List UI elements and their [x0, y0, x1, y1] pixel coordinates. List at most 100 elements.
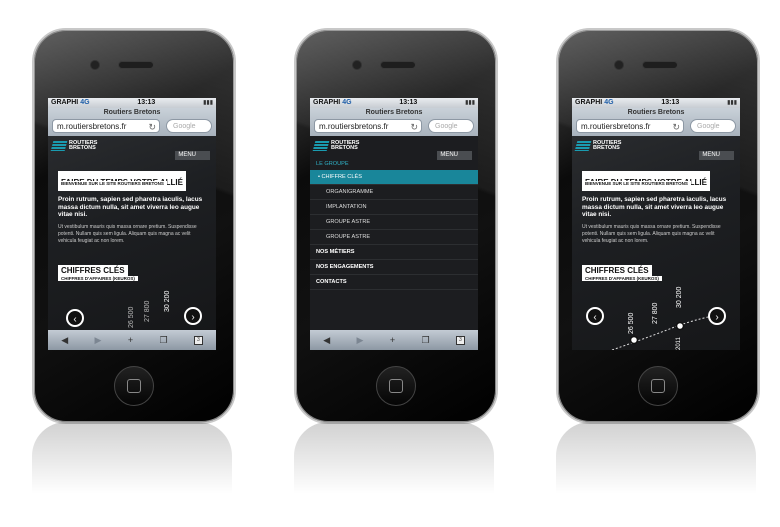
battery-icon: ▮▮▮ [727, 100, 737, 106]
add-icon[interactable]: + [128, 335, 133, 345]
menu-button[interactable]: MENU [175, 151, 210, 160]
browser-bar: Routiers Bretons m.routiersbretons.fr ↻ G… [310, 108, 478, 136]
chart-value-3: 30 200 [676, 286, 683, 308]
front-camera [90, 60, 100, 70]
bookmarks-icon[interactable]: ❐ [422, 335, 430, 346]
url-text: m.routiersbretons.fr [581, 122, 651, 131]
home-button[interactable] [376, 366, 416, 406]
page-title: Routiers Bretons [627, 109, 685, 116]
bookmarks-icon[interactable]: ❐ [160, 335, 168, 346]
screen: GRAPHI 4G 13:13 ▮▮▮ Routiers Bretons m.r… [48, 98, 216, 350]
carrier-name: GRAPHI [313, 99, 341, 106]
phone-3: GRAPHI 4G 13:13 ▮▮▮ Routiers Bretons m.r… [556, 28, 760, 424]
home-button[interactable] [638, 366, 678, 406]
nav-item-label: CHIFFRE CLÉS [321, 174, 362, 180]
logo-line2: BRETONS [69, 145, 96, 151]
logo-mark-icon [50, 141, 68, 151]
back-icon[interactable]: ◀ [61, 335, 68, 346]
phone-reflection [294, 422, 494, 512]
screen: GRAPHI 4G 13:13 ▮▮▮ Routiers Bretons m.r… [572, 98, 740, 350]
earpiece-speaker [380, 61, 416, 69]
url-field[interactable]: m.routiersbretons.fr ↻ [52, 119, 160, 133]
logo-line2: BRETONS [331, 145, 358, 151]
next-arrow-button[interactable]: › [708, 307, 726, 325]
url-text: m.routiersbretons.fr [57, 122, 127, 131]
add-icon[interactable]: + [390, 335, 395, 345]
status-bar: GRAPHI 4G 13:13 ▮▮▮ [48, 98, 216, 108]
search-field[interactable]: Google [690, 119, 736, 133]
timeline-point-1[interactable] [629, 335, 639, 345]
battery-icon: ▮▮▮ [203, 100, 213, 106]
search-field[interactable]: Google [166, 119, 212, 133]
reload-icon[interactable]: ↻ [410, 120, 418, 134]
carrier-name: GRAPHI [51, 99, 79, 106]
earpiece-speaker [118, 61, 154, 69]
carrier-name: GRAPHI [575, 99, 603, 106]
front-camera [352, 60, 362, 70]
nav-item-contacts[interactable]: CONTACTS [310, 275, 478, 290]
search-field[interactable]: Google [428, 119, 474, 133]
nav-item-metiers[interactable]: NOS MÉTIERS [310, 245, 478, 260]
url-text: m.routiersbretons.fr [319, 122, 389, 131]
chart-value-2: 27 800 [652, 302, 659, 324]
chiffres-title: CHIFFRES CLÉS [58, 265, 128, 276]
page-title: Routiers Bretons [103, 109, 161, 116]
clock: 13:13 [137, 99, 156, 106]
nav-item-organigramme[interactable]: ORGANIGRAMME [310, 185, 478, 200]
network-type: 4G [80, 99, 90, 106]
nav-item-groupe-astre[interactable]: GROUPE ASTRE [310, 215, 478, 230]
battery-icon: ▮▮▮ [465, 100, 475, 106]
prev-arrow-button[interactable]: ‹ [66, 309, 84, 327]
nav-menu: LE GROUPE • CHIFFRE CLÉS ORGANIGRAMME IM… [310, 158, 478, 290]
lead-paragraph: Proin rutrum, sapien sed pharetra iaculi… [58, 196, 203, 218]
page-content: ROUTIERSBRETONS MENU FAIRE DU TEMPS VOTR… [572, 136, 740, 350]
timeline-point-2[interactable] [675, 321, 685, 331]
nav-group-label[interactable]: LE GROUPE [310, 158, 478, 170]
back-icon[interactable]: ◀ [323, 335, 330, 346]
carrier: GRAPHI 4G [51, 98, 90, 108]
site-logo[interactable]: ROUTIERS BRETONS [312, 140, 359, 151]
forward-icon[interactable]: ▶ [95, 335, 102, 346]
earpiece-speaker [642, 61, 678, 69]
tagline-subtitle: BIENVENUE SUR LE SITE ROUTIERS BRETONS [58, 181, 167, 186]
pages-icon[interactable]: 3 [456, 335, 465, 345]
body-paragraph: Ut vestibulum mauris quis massa ornare p… [58, 224, 197, 244]
year-label: 2011 [676, 337, 682, 350]
phone-2: GRAPHI 4G 13:13 ▮▮▮ Routiers Bretons m.r… [294, 28, 498, 424]
carrier: GRAPHI 4G [575, 98, 614, 108]
front-camera [614, 60, 624, 70]
nav-item-implantation[interactable]: IMPLANTATION [310, 200, 478, 215]
clock: 13:13 [399, 99, 418, 106]
chart-value-1: 26 500 [128, 306, 135, 328]
logo-text: ROUTIERS BRETONS [331, 140, 359, 151]
pages-icon[interactable]: 3 [194, 335, 203, 345]
chart-value-1: 26 500 [628, 312, 635, 334]
forward-icon[interactable]: ▶ [357, 335, 364, 346]
page-content: ROUTIERS BRETONS MENU LE GROUPE • CHIFFRE… [310, 136, 478, 330]
page-title: Routiers Bretons [365, 109, 423, 116]
nav-item-groupe-astre-2[interactable]: GROUPE ASTRE [310, 230, 478, 245]
reload-icon[interactable]: ↻ [148, 120, 156, 134]
prev-arrow-button[interactable]: ‹ [586, 307, 604, 325]
nav-item-engagements[interactable]: NOS ENGAGEMENTS [310, 260, 478, 275]
screen: GRAPHI 4G 13:13 ▮▮▮ Routiers Bretons m.r… [310, 98, 478, 350]
next-arrow-button[interactable]: › [184, 307, 202, 325]
phone-reflection [556, 422, 756, 512]
home-button[interactable] [114, 366, 154, 406]
logo-text: ROUTIERS BRETONS [69, 140, 97, 151]
browser-toolbar: ◀ ▶ + ❐ 3 [310, 330, 478, 350]
browser-bar: Routiers Bretons m.routiersbretons.fr ↻ G… [48, 108, 216, 136]
carrier: GRAPHI 4G [313, 98, 352, 108]
reload-icon[interactable]: ↻ [672, 120, 680, 134]
phone-1: GRAPHI 4G 13:13 ▮▮▮ Routiers Bretons m.r… [32, 28, 236, 424]
chart-value-3: 30 200 [164, 290, 171, 312]
chiffres-subtitle: CHIFFRES D'AFFAIRES (KEUROS) [58, 276, 138, 281]
nav-item-chiffres[interactable]: • CHIFFRE CLÉS [310, 170, 478, 185]
url-field[interactable]: m.routiersbretons.fr ↻ [314, 119, 422, 133]
url-field[interactable]: m.routiersbretons.fr ↻ [576, 119, 684, 133]
site-logo[interactable]: ROUTIERS BRETONS [50, 140, 97, 151]
clock: 13:13 [661, 99, 680, 106]
browser-toolbar: ◀ ▶ + ❐ 3 [48, 330, 216, 350]
page-content: ROUTIERSBRETONS MENU FAIRE DU TEMPS VOTR… [48, 136, 216, 330]
status-bar: GRAPHI 4G 13:13 ▮▮▮ [310, 98, 478, 108]
